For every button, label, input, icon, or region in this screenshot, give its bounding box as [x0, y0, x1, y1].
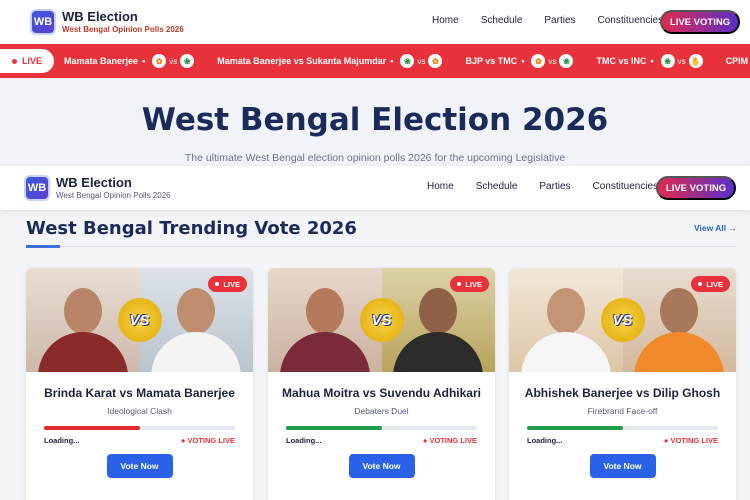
- vote-progress-bar: [286, 426, 477, 430]
- loading-text: Loading...: [527, 436, 563, 445]
- ticker-vs: vs: [169, 56, 178, 66]
- live-ticker: LIVE Mamata Banerjee • ✿ vs ❀ Mamata Ban…: [0, 44, 750, 78]
- card-subtitle: Ideological Clash: [107, 406, 172, 416]
- tmc-icon: ❀: [660, 54, 675, 68]
- brand-title[interactable]: WB Election: [62, 9, 184, 24]
- hero: West Bengal Election 2026 The ultimate W…: [0, 78, 750, 166]
- vote-progress-bar: [527, 426, 718, 430]
- logo-icon[interactable]: WB: [30, 9, 56, 35]
- ticker-item[interactable]: Mamata Banerjee vs Sukanta Majumdar • ❀ …: [217, 54, 445, 68]
- card-subtitle: Debaters Duel: [354, 406, 409, 416]
- nav-parties[interactable]: Parties: [544, 15, 575, 26]
- poll-card[interactable]: VS LIVE Brinda Karat vs Mamata Banerjee …: [26, 268, 253, 500]
- nav-schedule[interactable]: Schedule: [481, 15, 523, 26]
- inc-icon: ✋: [688, 54, 703, 68]
- live-voting-button[interactable]: LIVE VOTING: [660, 10, 740, 34]
- vs-badge: VS: [600, 298, 645, 342]
- section-accent: [26, 245, 60, 248]
- brand: WB Election West Bengal Opinion Polls 20…: [56, 175, 171, 201]
- ticker-item[interactable]: BJP vs TMC • ✿ vs ❀: [465, 54, 576, 68]
- brand-title[interactable]: WB Election: [56, 175, 171, 190]
- ticker-vs: vs: [417, 56, 426, 66]
- bjp-icon: ✿: [531, 54, 546, 68]
- sticky-navbar: WB WB Election West Bengal Opinion Polls…: [0, 166, 750, 210]
- voting-live-status: ● VOTING LIVE: [180, 436, 235, 445]
- card-title: Mahua Moitra vs Suvendu Adhikari: [282, 386, 481, 400]
- ticker-vs: vs: [548, 56, 557, 66]
- vs-badge: VS: [359, 298, 404, 342]
- vote-now-button[interactable]: Vote Now: [589, 454, 656, 478]
- hero-subtitle: The ultimate West Bengal election opinio…: [184, 152, 566, 164]
- tmc-icon: ❀: [180, 54, 195, 68]
- section-title: West Bengal Trending Vote 2026: [26, 218, 357, 239]
- nav-home[interactable]: Home: [432, 15, 459, 26]
- bjp-icon: ✿: [428, 54, 443, 68]
- ticker-item-text: Mamata Banerjee vs Sukanta Majumdar: [217, 56, 387, 66]
- top-navbar: WB WB Election West Bengal Opinion Polls…: [0, 0, 750, 44]
- ticker-item-text: BJP vs TMC: [465, 56, 518, 66]
- ticker-live-badge: LIVE: [0, 49, 55, 73]
- card-image: VS LIVE: [509, 268, 736, 372]
- card-title: Abhishek Banerjee vs Dilip Ghosh: [524, 386, 721, 400]
- vote-now-button[interactable]: Vote Now: [106, 454, 173, 478]
- vote-now-button[interactable]: Vote Now: [348, 454, 415, 478]
- vote-progress-bar: [44, 426, 235, 430]
- hero-title: West Bengal Election 2026: [141, 102, 609, 138]
- vs-badge: VS: [117, 298, 162, 342]
- main-nav: Home Schedule Parties Constituencies: [432, 15, 685, 26]
- logo-icon[interactable]: WB: [24, 175, 50, 201]
- ticker-item[interactable]: Mamata Banerjee • ✿ vs ❀: [64, 54, 197, 68]
- live-badge: LIVE: [450, 276, 489, 292]
- progress-fill: [286, 426, 382, 430]
- card-title: Brinda Karat vs Mamata Banerjee: [44, 386, 235, 400]
- loading-text: Loading...: [44, 436, 80, 445]
- tmc-icon: ❀: [400, 54, 415, 68]
- card-image: VS LIVE: [26, 268, 253, 372]
- loading-text: Loading...: [286, 436, 322, 445]
- nav-parties[interactable]: Parties: [539, 181, 570, 192]
- ticker-item[interactable]: TMC vs INC • ❀ vs ✋: [596, 54, 705, 68]
- nav-schedule[interactable]: Schedule: [476, 181, 518, 192]
- section-divider: [26, 246, 736, 247]
- trending-section: West Bengal Trending Vote 2026 View All …: [0, 210, 750, 500]
- live-dot-icon: [12, 58, 17, 64]
- ticker-item-text: CPIM vs TMC: [725, 56, 750, 66]
- poll-card[interactable]: VS LIVE Abhishek Banerjee vs Dilip Ghosh…: [509, 268, 736, 500]
- nav-constituencies[interactable]: Constituencies: [598, 15, 664, 26]
- brand: WB Election West Bengal Opinion Polls 20…: [62, 9, 184, 35]
- card-subtitle: Firebrand Face-off: [587, 406, 658, 416]
- ticker-items: Mamata Banerjee • ✿ vs ❀ Mamata Banerjee…: [64, 54, 750, 68]
- ticker-item-text: TMC vs INC: [596, 56, 647, 66]
- card-image: VS LIVE: [268, 268, 495, 372]
- nav-constituencies[interactable]: Constituencies: [593, 181, 659, 192]
- ticker-item-text: Mamata Banerjee: [64, 56, 139, 66]
- ticker-live-label: LIVE: [22, 56, 43, 66]
- live-badge: LIVE: [208, 276, 247, 292]
- ticker-vs: vs: [677, 56, 686, 66]
- ticker-item[interactable]: CPIM vs TMC • ☭: [726, 54, 750, 68]
- main-nav: Home Schedule Parties Constituencies: [427, 181, 680, 192]
- live-badge: LIVE: [691, 276, 730, 292]
- nav-home[interactable]: Home: [427, 181, 454, 192]
- poll-card[interactable]: VS LIVE Mahua Moitra vs Suvendu Adhikari…: [268, 268, 495, 500]
- progress-fill: [527, 426, 623, 430]
- bjp-icon: ✿: [152, 54, 167, 68]
- tmc-icon: ❀: [559, 54, 574, 68]
- view-all-link[interactable]: View All →: [694, 223, 737, 233]
- progress-fill: [44, 426, 140, 430]
- voting-live-status: ● VOTING LIVE: [422, 436, 477, 445]
- brand-subtitle: West Bengal Opinion Polls 2026: [62, 24, 184, 34]
- brand-subtitle: West Bengal Opinion Polls 2026: [56, 190, 171, 200]
- live-voting-button[interactable]: LIVE VOTING: [656, 176, 736, 200]
- voting-live-status: ● VOTING LIVE: [663, 436, 718, 445]
